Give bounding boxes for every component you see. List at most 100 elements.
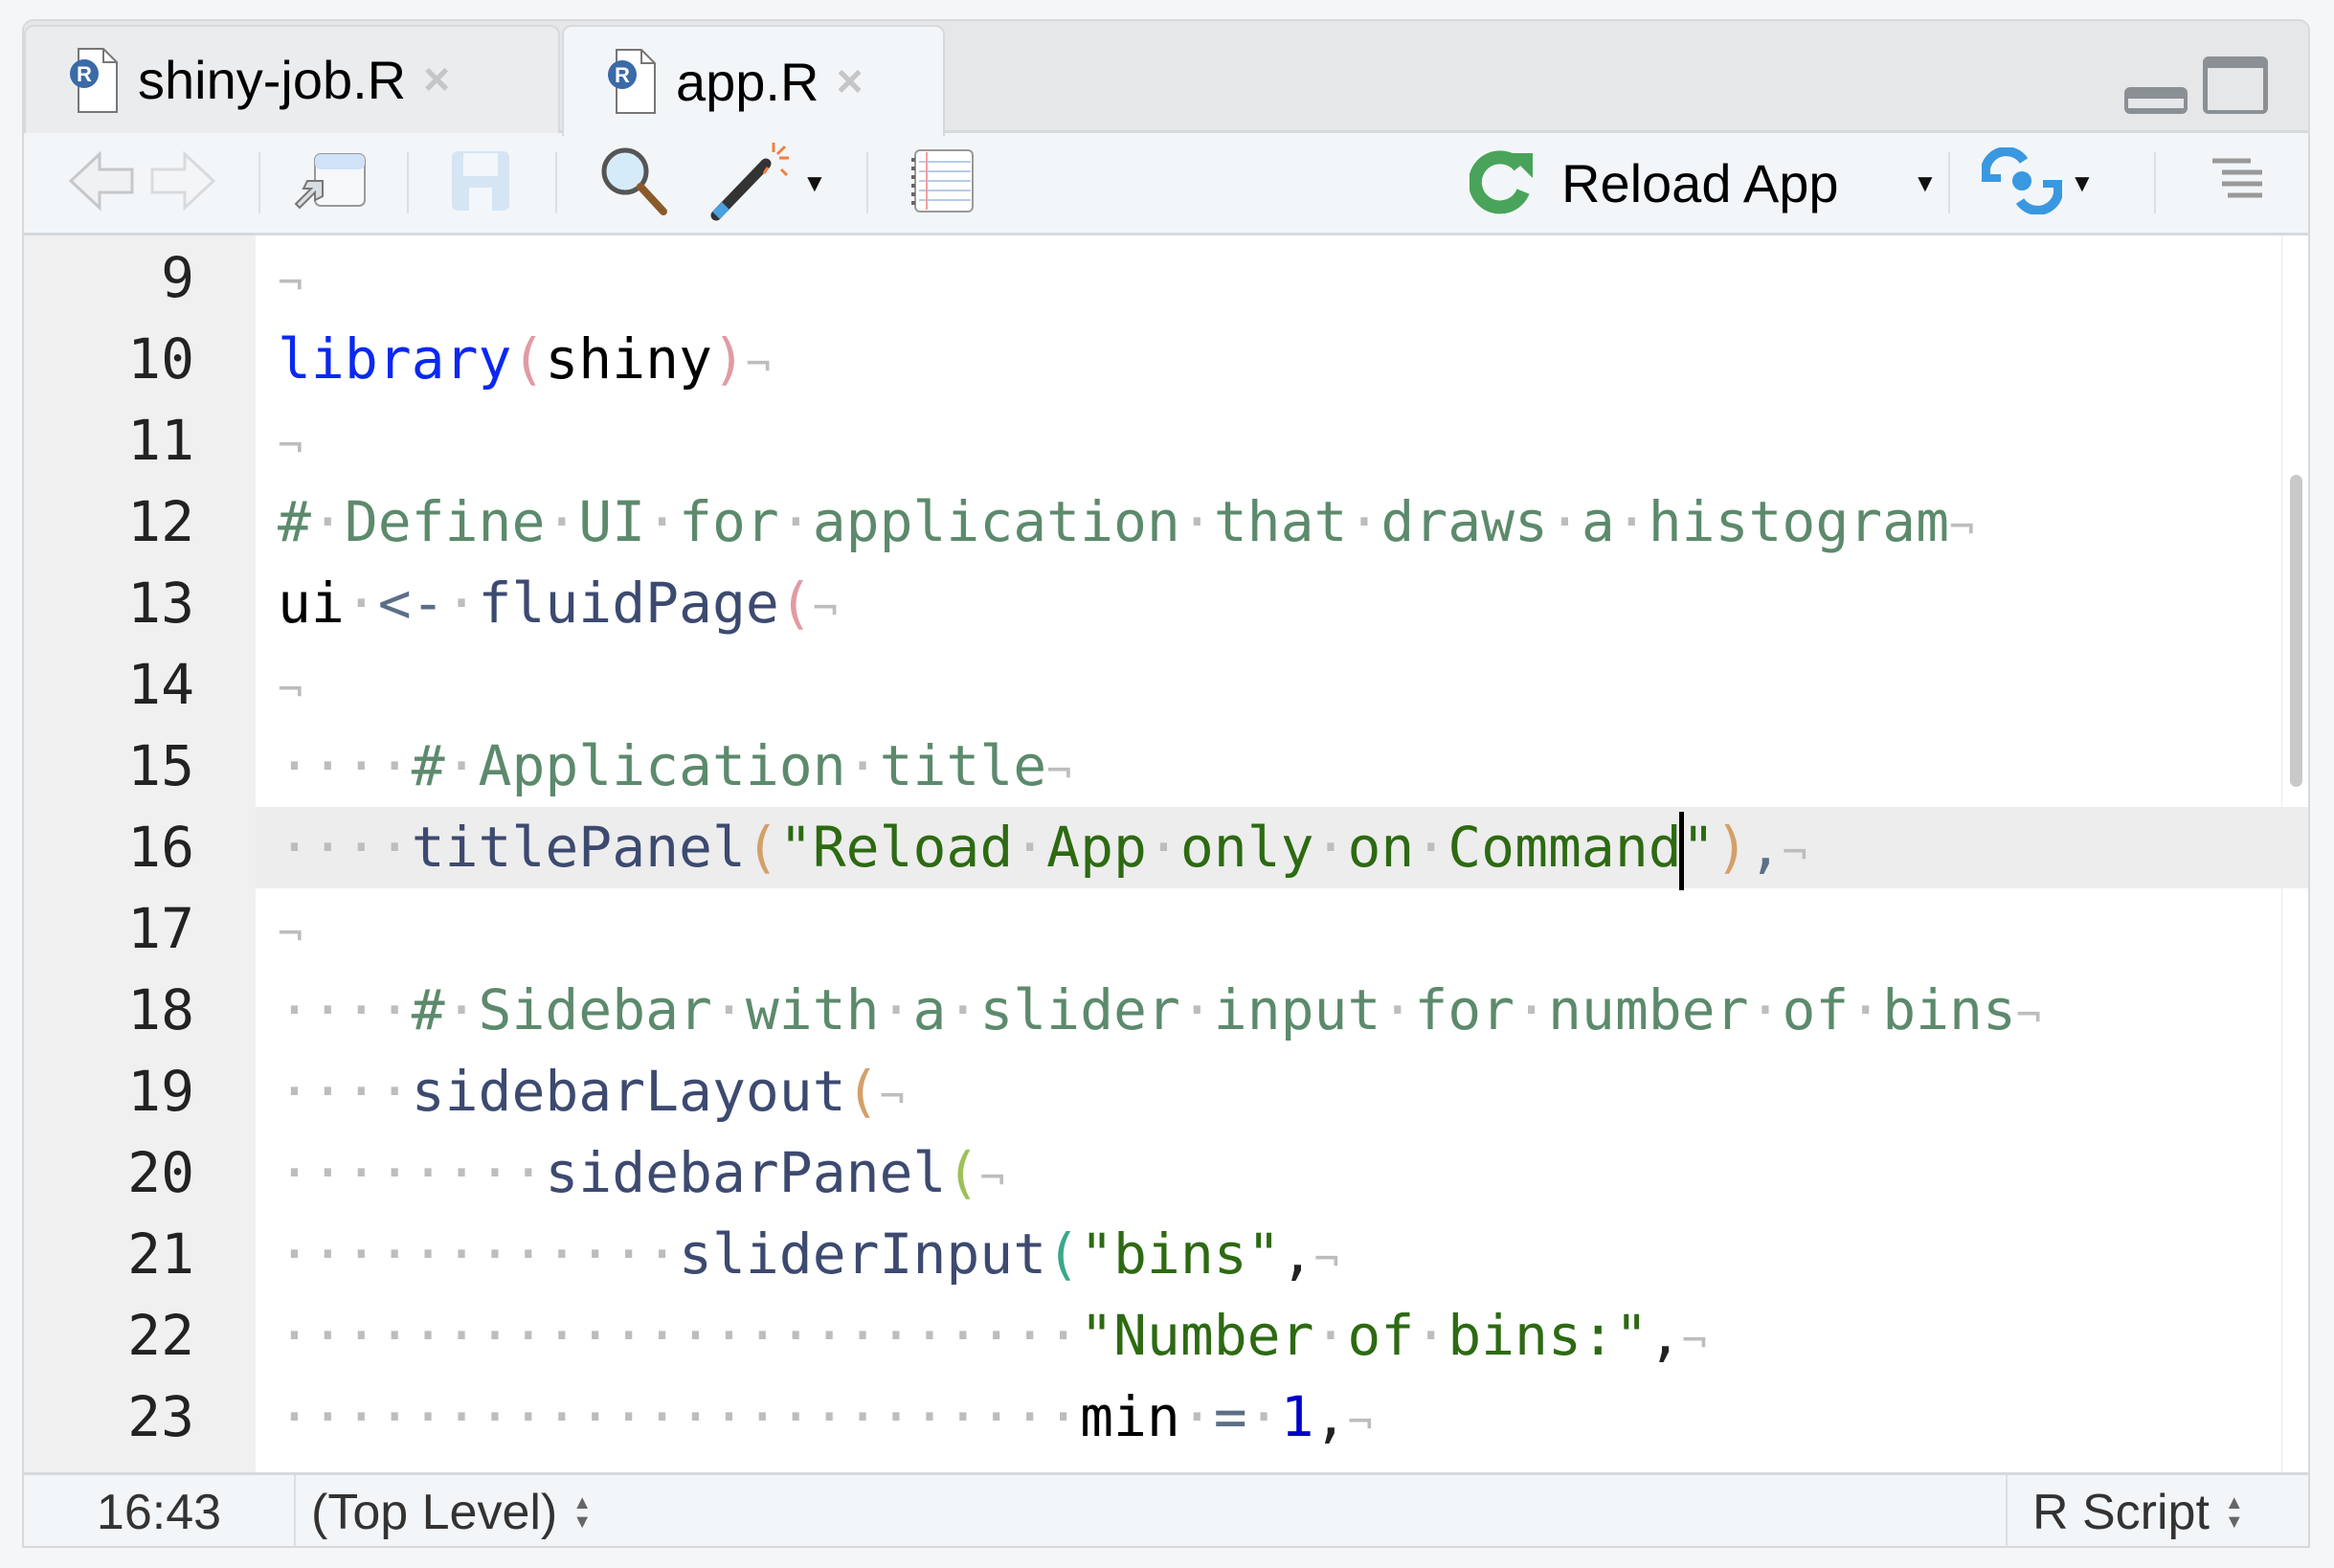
token-p1: ) (711, 326, 746, 392)
token-p2: ( (745, 815, 779, 880)
file-type-selector[interactable]: R Script ▲ ▼ (2006, 1475, 2308, 1546)
token-ws: ···· (278, 977, 412, 1042)
tab-bar: R shiny-job.R × R app.R × (24, 21, 2308, 136)
token-ws: ························ (278, 1384, 1081, 1449)
back-button[interactable] (67, 133, 136, 233)
token-ws: ···· (278, 733, 412, 798)
line-number: 22 (24, 1295, 194, 1377)
document-outline-button[interactable] (2207, 133, 2264, 233)
r-file-icon: R (607, 48, 657, 115)
line-number: 11 (24, 400, 194, 482)
code-line[interactable]: 21 ············sliderInput("bins",¬ (24, 1214, 2308, 1295)
token-id: shiny (545, 326, 712, 392)
token-str: " (1681, 815, 1716, 880)
cursor-position: 16:43 (96, 1485, 222, 1540)
token-p1: ( (778, 571, 813, 636)
token-p3: ( (946, 1140, 980, 1205)
show-in-new-window-button[interactable] (292, 133, 369, 233)
vertical-scrollbar[interactable] (2281, 235, 2308, 1472)
code-line[interactable]: 13 ui·<-·fluidPage(¬ (24, 563, 2308, 644)
token-pu2: , (1648, 1303, 1682, 1368)
code-lines[interactable]: 9 ¬ 10 library(shiny)¬ 11 ¬ 12 #·Define·UI·for·… (24, 237, 2308, 1458)
token-eol: ¬ (1347, 1398, 1373, 1446)
code-text: ····titlePanel("Reload·App·only·on·Comma… (278, 807, 1807, 893)
up-down-arrows-icon: ▲ ▼ (572, 1492, 593, 1533)
line-number: 20 (24, 1132, 194, 1214)
close-tab-icon[interactable]: × (836, 56, 863, 108)
tab-label: shiny-job.R (138, 50, 407, 110)
code-line[interactable]: 12 #·Define·UI·for·application·that·draws… (24, 482, 2308, 563)
forward-button[interactable] (148, 133, 217, 233)
code-line[interactable]: 18 ····#·Sidebar·with·a·slider·input·for·… (24, 970, 2308, 1051)
back-arrow-icon (67, 150, 136, 216)
code-line[interactable]: 17 ¬ (24, 888, 2308, 970)
token-pu2: , (1280, 1221, 1314, 1287)
code-text: ························min·=·1,¬ (278, 1377, 1373, 1463)
status-bar: 16:43 (Top Level) ▲ ▼ R Script ▲ ▼ (24, 1472, 2308, 1546)
token-op: = (1213, 1384, 1247, 1449)
line-number: 18 (24, 970, 194, 1051)
close-tab-icon[interactable]: × (423, 54, 450, 106)
line-number: 10 (24, 319, 194, 400)
code-line[interactable]: 14 ¬ (24, 644, 2308, 726)
save-button[interactable] (450, 133, 511, 233)
code-line[interactable]: 15 ····#·Application·title¬ (24, 726, 2308, 807)
code-text: ui·<-·fluidPage(¬ (278, 563, 838, 649)
token-eol: ¬ (1949, 503, 1975, 551)
token-eol: ¬ (278, 909, 303, 958)
scrollbar-thumb[interactable] (2290, 475, 2302, 787)
reload-options-dropdown[interactable]: ▼ (1905, 133, 1938, 233)
line-number: 19 (24, 1051, 194, 1132)
scope-selector[interactable]: (Top Level) ▲ ▼ (311, 1475, 593, 1546)
token-fn: sliderInput (679, 1221, 1047, 1287)
up-down-arrows-icon: ▲ ▼ (2224, 1492, 2244, 1533)
token-eol: ¬ (278, 421, 303, 470)
code-line[interactable]: 10 library(shiny)¬ (24, 319, 2308, 400)
code-text: ····#·Sidebar·with·a·slider·input·for·nu… (278, 970, 2041, 1056)
minimize-pane-icon[interactable] (2122, 85, 2189, 121)
save-icon (450, 149, 511, 217)
find-replace-button[interactable] (598, 133, 671, 233)
code-tools-button[interactable]: ▼ (708, 133, 827, 233)
line-number: 14 (24, 644, 194, 726)
publish-button[interactable]: ▼ (1981, 133, 2095, 233)
code-editor[interactable]: 9 ¬ 10 library(shiny)¬ 11 ¬ 12 #·Define·UI·for·… (24, 235, 2308, 1472)
reload-app-label: Reload App (1561, 152, 1839, 213)
code-line[interactable]: 9 ¬ (24, 237, 2308, 319)
token-str: "bins" (1080, 1221, 1281, 1287)
code-line[interactable]: 22 ························"Number·of·bin… (24, 1295, 2308, 1377)
token-eol: ¬ (1046, 747, 1072, 795)
token-ws: ············ (278, 1221, 680, 1287)
compile-report-button[interactable] (909, 133, 976, 233)
line-number: 16 (24, 807, 194, 888)
tab-app-r[interactable]: R app.R × (562, 25, 945, 136)
token-str: "Reload·App·only·on·Command (778, 815, 1682, 880)
token-id: ui (278, 571, 345, 636)
token-ws: · (1179, 1384, 1214, 1449)
code-text: ····#·Application·title¬ (278, 726, 1072, 812)
code-line[interactable]: 19 ····sidebarLayout(¬ (24, 1051, 2308, 1132)
token-eol: ¬ (2015, 991, 2042, 1040)
code-line[interactable]: 16 ····titlePanel("Reload·App·only·on·Com… (24, 807, 2308, 890)
token-ws: ········ (278, 1140, 546, 1205)
maximize-pane-icon[interactable] (2201, 55, 2270, 121)
tab-shiny-job[interactable]: R shiny-job.R × (24, 25, 560, 133)
code-text: ············sliderInput("bins",¬ (278, 1214, 1339, 1300)
token-eol: ¬ (812, 584, 839, 633)
token-ws: ···· (278, 815, 412, 880)
token-pu2: , (1313, 1384, 1348, 1449)
line-number: 13 (24, 563, 194, 644)
show-in-window-icon (292, 150, 369, 216)
notebook-icon (909, 148, 976, 218)
code-line[interactable]: 20 ········sidebarPanel(¬ (24, 1132, 2308, 1214)
reload-app-button[interactable]: Reload App (1468, 133, 1839, 233)
code-line[interactable]: 11 ¬ (24, 400, 2308, 482)
token-fn: titlePanel (411, 815, 746, 880)
token-p2: ( (845, 1059, 880, 1124)
token-eol: ¬ (278, 258, 303, 307)
chevron-down-icon: ▼ (1913, 168, 1938, 197)
code-text: #·Define·UI·for·application·that·draws·a… (278, 482, 1975, 568)
code-text: ¬ (278, 400, 303, 486)
token-eol: ¬ (745, 340, 772, 389)
code-line[interactable]: 23 ························min·=·1,¬ (24, 1377, 2308, 1458)
